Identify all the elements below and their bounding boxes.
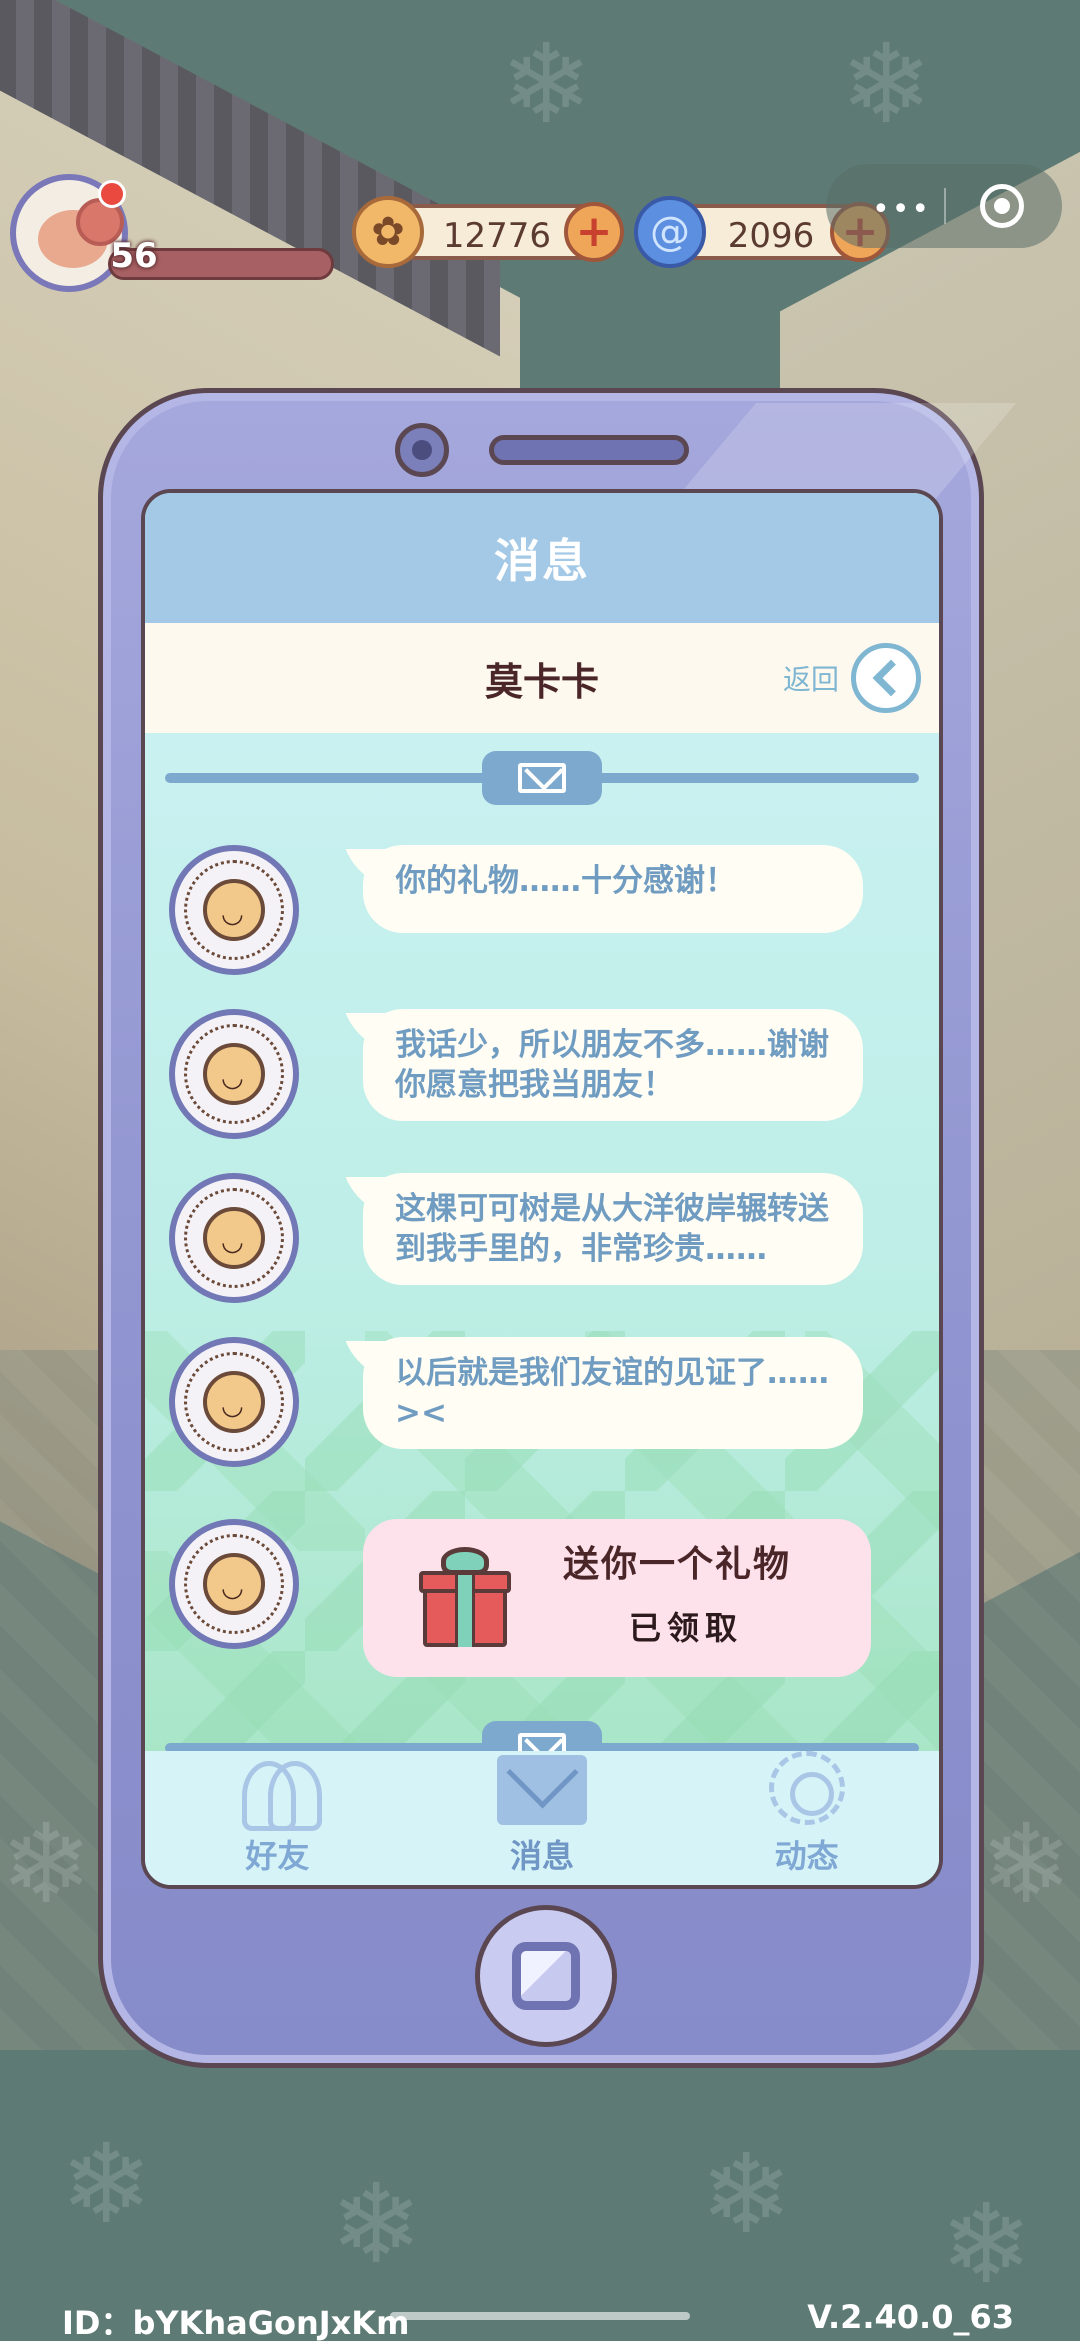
swirl-gem-icon: @ [634, 196, 706, 268]
message-row: 这棵可可树是从大洋彼岸辗转送到我手里的，非常珍贵…… [145, 1173, 939, 1313]
chat-header: 莫卡卡 返回 [145, 623, 939, 733]
gift-card[interactable]: 送你一个礼物 已领取 [363, 1519, 871, 1677]
home-indicator[interactable] [390, 2312, 690, 2320]
sun-avatar-icon [169, 1519, 299, 1649]
message-row: 你的礼物……十分感谢！ [145, 845, 939, 985]
phone-frame: 消息 莫卡卡 返回 你的礼物……十分感谢！ 我话少，所以朋友不多……谢谢你愿意把… [98, 388, 1017, 2068]
phone-screen: 消息 莫卡卡 返回 你的礼物……十分感谢！ 我话少，所以朋友不多……谢谢你愿意把… [141, 489, 943, 1889]
snowflake-icon: ❄ [980, 1800, 1073, 1928]
gift-message-row: 送你一个礼物 已领取 [145, 1519, 939, 1679]
chevron-left-icon[interactable] [851, 643, 921, 713]
sun-avatar-icon [169, 845, 299, 975]
message-row: 我话少，所以朋友不多……谢谢你愿意把我当朋友！ [145, 1009, 939, 1149]
coin-icon: ✿ [352, 196, 424, 268]
tab-label: 消息 [510, 1837, 575, 1875]
sun-avatar-icon [169, 1337, 299, 1467]
notification-dot [98, 180, 126, 208]
screen-title: 消息 [145, 493, 939, 623]
camera-icon [395, 423, 449, 477]
phone-home-button[interactable] [475, 1905, 617, 2047]
back-button[interactable]: 返回 [783, 643, 921, 713]
message-bubble: 我话少，所以朋友不多……谢谢你愿意把我当朋友！ [363, 1009, 863, 1121]
back-label: 返回 [782, 663, 839, 696]
moments-icon [768, 1751, 845, 1825]
player-level: 56 [110, 236, 158, 276]
gem-value: 2096 [727, 216, 815, 256]
tab-friends[interactable]: 好友 [145, 1751, 410, 1885]
add-coins-button[interactable]: + [564, 202, 624, 262]
coin-counter: ✿ 12776 + [352, 196, 624, 268]
version-label: V.2.40.0_63 [807, 2298, 1014, 2336]
snowflake-icon: ❄ [940, 2180, 1033, 2308]
snowflake-icon: ❄ [700, 2130, 793, 2258]
message-row: 以后就是我们友谊的见证了……>< [145, 1337, 939, 1477]
snowflake-icon: ❄ [60, 2120, 153, 2248]
message-bubble: 这棵可可树是从大洋彼岸辗转送到我手里的，非常珍贵…… [363, 1173, 863, 1285]
contact-name: 莫卡卡 [484, 659, 599, 704]
sun-avatar-icon [169, 1009, 299, 1139]
mail-icon [497, 1755, 587, 1825]
chat-area[interactable]: 你的礼物……十分感谢！ 我话少，所以朋友不多……谢谢你愿意把我当朋友！ 这棵可可… [145, 733, 939, 1775]
tab-label: 动态 [774, 1837, 839, 1875]
envelope-icon [482, 751, 602, 805]
tab-moments[interactable]: 动态 [674, 1751, 939, 1885]
tab-bar: 好友 消息 动态 [145, 1751, 939, 1885]
tab-messages[interactable]: 消息 [410, 1751, 675, 1885]
gift-status: 已领取 [629, 1609, 744, 1647]
home-square-icon [512, 1942, 580, 2010]
coin-value: 12776 [442, 216, 552, 256]
message-bubble: 以后就是我们友谊的见证了……>< [363, 1337, 863, 1449]
friends-icon [232, 1755, 323, 1831]
top-divider [165, 751, 919, 805]
capsule-separator [944, 188, 946, 224]
snowflake-icon: ❄ [500, 20, 593, 148]
player-id: ID：bYKhaGonJxKm [62, 2304, 410, 2341]
gift-title: 送你一个礼物 [563, 1544, 792, 1585]
gift-box-icon [419, 1547, 511, 1647]
tab-label: 好友 [245, 1837, 310, 1875]
snowflake-icon: ❄ [330, 2160, 423, 2288]
more-menu-button[interactable]: ••• [872, 192, 931, 227]
sun-avatar-icon [169, 1173, 299, 1303]
speaker-slot [489, 435, 689, 465]
message-bubble: 你的礼物……十分感谢！ [363, 845, 863, 933]
miniprogram-capsule: ••• [826, 164, 1062, 248]
snowflake-icon: ❄ [0, 1800, 93, 1928]
close-target-icon[interactable] [980, 184, 1024, 228]
snowflake-icon: ❄ [840, 20, 933, 148]
